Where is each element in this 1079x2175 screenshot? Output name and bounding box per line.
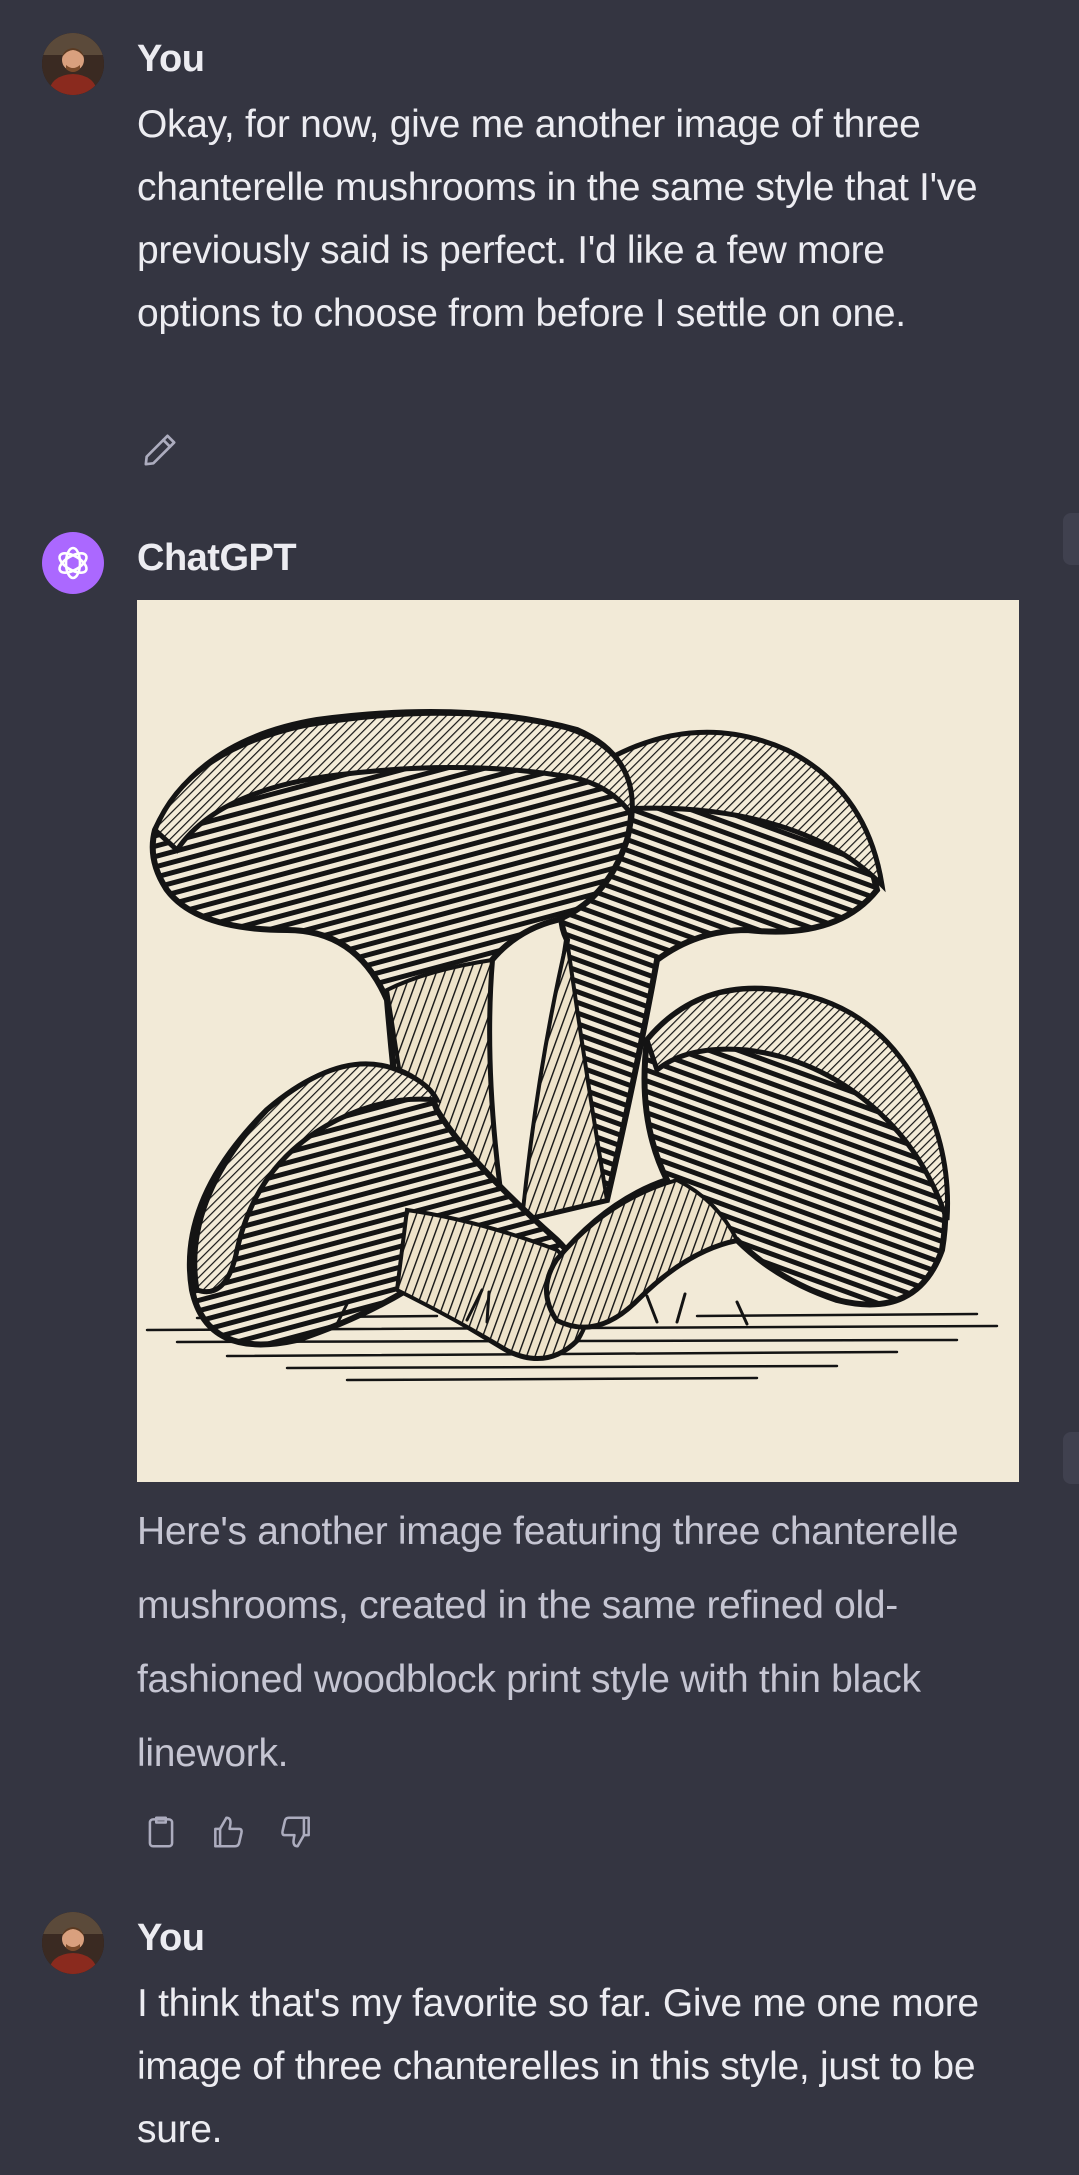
thumbs-down-button[interactable] <box>274 1810 318 1854</box>
author-name: You <box>137 1917 205 1959</box>
generated-image[interactable] <box>137 600 1019 1482</box>
author-name: You <box>137 38 205 80</box>
edit-button[interactable] <box>138 428 182 472</box>
clipboard-icon <box>148 1816 174 1848</box>
pencil-icon <box>144 434 176 466</box>
thumbs-up-button[interactable] <box>206 1810 250 1854</box>
chatgpt-avatar <box>42 532 104 594</box>
message-paragraph: Here's another image featuring three cha… <box>137 1510 959 1775</box>
author-name: ChatGPT <box>137 537 297 579</box>
copy-button[interactable] <box>139 1810 183 1854</box>
scroll-handle[interactable] <box>1063 1432 1079 1484</box>
message-text: I think that's my favorite so far. Give … <box>137 1972 1017 2161</box>
message-text: Here's another image featuring three cha… <box>137 1495 1017 1791</box>
scroll-handle[interactable] <box>1063 513 1079 565</box>
message-text: Okay, for now, give me another image of … <box>137 93 1017 345</box>
message-paragraph: I think that's my favorite so far. Give … <box>137 1982 979 2151</box>
message-paragraph: Okay, for now, give me another image of … <box>137 103 978 335</box>
user-avatar <box>42 33 104 95</box>
thumbs-down-icon <box>281 1816 310 1848</box>
thumbs-up-icon <box>214 1816 243 1848</box>
user-avatar <box>42 1912 104 1974</box>
openai-logo-icon <box>58 546 88 580</box>
chanterelle-illustration <box>145 709 999 1382</box>
